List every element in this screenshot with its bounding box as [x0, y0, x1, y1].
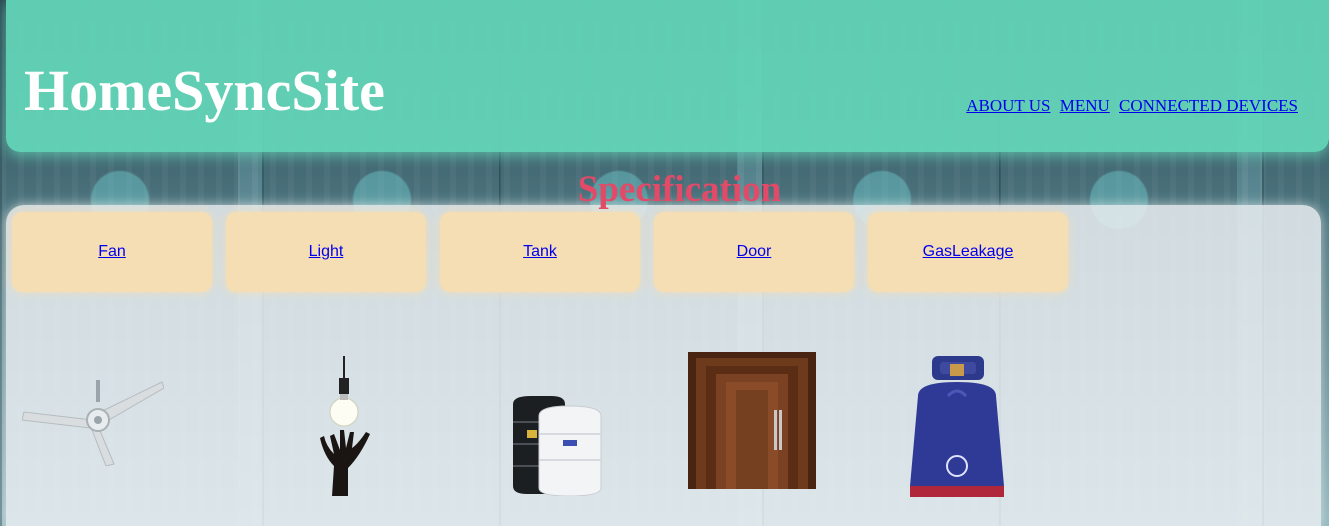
device-card-fan: Fan [12, 212, 212, 292]
device-link-door[interactable]: Door [737, 243, 772, 261]
nav-link-menu[interactable]: MENU [1060, 96, 1110, 115]
light-bulb-image [320, 356, 370, 496]
wooden-door-image [688, 352, 816, 489]
top-nav: ABOUT US MENU CONNECTED DEVICES [966, 95, 1298, 117]
ceiling-fan-image [22, 380, 164, 466]
device-card-gas-leakage: GasLeakage [868, 212, 1068, 292]
section-title: Specification [577, 169, 782, 210]
device-card-light: Light [226, 212, 426, 292]
device-link-tank[interactable]: Tank [523, 243, 557, 261]
device-link-gas-leakage[interactable]: GasLeakage [923, 243, 1014, 261]
site-header: HomeSyncSite ABOUT US MENU CONNECTED DEV… [6, 0, 1329, 152]
device-card-door: Door [654, 212, 854, 292]
site-title: HomeSyncSite [24, 58, 385, 123]
device-link-light[interactable]: Light [309, 243, 344, 261]
device-card-tank: Tank [440, 212, 640, 292]
nav-link-connected-devices[interactable]: CONNECTED DEVICES [1119, 96, 1298, 115]
device-link-fan[interactable]: Fan [98, 243, 126, 261]
water-tank-image [513, 396, 602, 496]
nav-link-about-us[interactable]: ABOUT US [966, 96, 1050, 115]
gas-cylinder-image [910, 356, 1004, 497]
